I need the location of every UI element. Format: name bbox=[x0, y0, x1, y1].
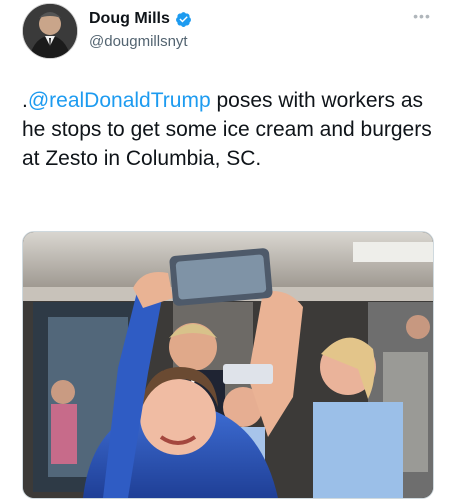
author-handle[interactable]: @dougmillsnyt bbox=[89, 33, 188, 50]
mention-link[interactable]: @realDonaldTrump bbox=[28, 89, 211, 112]
tweet-header: Doug Mills @dougmillsnyt ••• bbox=[22, 3, 433, 59]
tweet-photo[interactable] bbox=[22, 231, 434, 499]
more-options-icon[interactable]: ••• bbox=[411, 9, 433, 23]
verified-badge-icon bbox=[175, 11, 191, 27]
author-avatar[interactable] bbox=[22, 3, 78, 59]
tweet-text: .@realDonaldTrump poses with workers as … bbox=[22, 86, 432, 173]
avatar-photo-icon bbox=[23, 4, 77, 58]
selfie-photo-icon bbox=[23, 232, 433, 498]
author-display-name[interactable]: Doug Mills bbox=[89, 10, 170, 28]
